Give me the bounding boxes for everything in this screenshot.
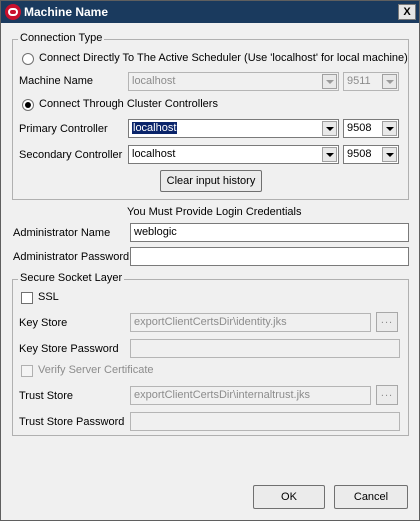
primary-port-value: 9508 [347,122,372,134]
machine-name-dialog: Machine Name X Connection Type Connect D… [0,0,420,521]
trust-store-browse-button[interactable]: ... [376,385,398,405]
chevron-down-icon[interactable] [322,74,337,89]
trust-store-password-input[interactable] [130,412,400,431]
admin-name-label: Administrator Name [13,227,111,239]
direct-connect-label[interactable]: Connect Directly To The Active Scheduler… [39,52,408,64]
oracle-logo-icon [5,4,21,20]
ssl-checkbox[interactable] [21,292,33,304]
ssl-legend: Secure Socket Layer [18,272,125,284]
close-button[interactable]: X [398,4,416,20]
trust-store-input[interactable]: exportClientCertsDir\internaltrust.jks [130,386,371,405]
key-store-input[interactable]: exportClientCertsDir\identity.jks [130,313,371,332]
admin-password-input[interactable] [130,247,409,266]
connection-type-legend: Connection Type [18,32,105,44]
primary-controller-dropdown[interactable]: localhost [128,119,339,138]
chevron-down-icon[interactable] [382,121,397,136]
window-title: Machine Name [24,5,109,19]
primary-port-dropdown[interactable]: 9508 [343,119,399,138]
credentials-heading: You Must Provide Login Credentials [127,206,302,218]
chevron-down-icon[interactable] [382,147,397,162]
cluster-connect-radio[interactable] [22,99,34,111]
key-store-password-input[interactable] [130,339,400,358]
primary-controller-label: Primary Controller [19,123,108,135]
trust-store-label: Trust Store [19,390,73,402]
secondary-controller-label: Secondary Controller [19,149,123,161]
secondary-controller-value: localhost [132,148,176,160]
verify-server-certificate-checkbox[interactable] [21,365,33,377]
title-bar: Machine Name X [1,1,419,23]
cancel-button[interactable]: Cancel [334,485,408,509]
secondary-controller-dropdown[interactable]: localhost [128,145,339,164]
trust-store-password-label: Trust Store Password [19,416,125,428]
verify-server-certificate-label[interactable]: Verify Server Certificate [38,364,154,376]
admin-name-input[interactable]: weblogic [130,223,409,242]
ok-button[interactable]: OK [253,485,325,509]
chevron-down-icon[interactable] [322,121,337,136]
clear-input-history-button[interactable]: Clear input history [160,170,262,192]
key-store-browse-button[interactable]: ... [376,312,398,332]
machine-name-dropdown[interactable]: localhost [128,72,339,91]
machine-port-value: 9511 [347,75,371,87]
ssl-label[interactable]: SSL [38,291,59,303]
direct-connect-radio[interactable] [22,53,34,65]
machine-name-label: Machine Name [19,75,93,87]
cluster-connect-label[interactable]: Connect Through Cluster Controllers [39,98,218,110]
key-store-password-label: Key Store Password [19,343,119,355]
chevron-down-icon[interactable] [322,147,337,162]
key-store-label: Key Store [19,317,68,329]
primary-controller-value: localhost [132,122,178,134]
admin-password-label: Administrator Password [13,251,130,263]
secondary-port-dropdown[interactable]: 9508 [343,145,399,164]
machine-port-dropdown[interactable]: 9511 [343,72,399,91]
secondary-port-value: 9508 [347,148,372,160]
chevron-down-icon[interactable] [382,74,397,89]
machine-name-value: localhost [132,75,176,87]
